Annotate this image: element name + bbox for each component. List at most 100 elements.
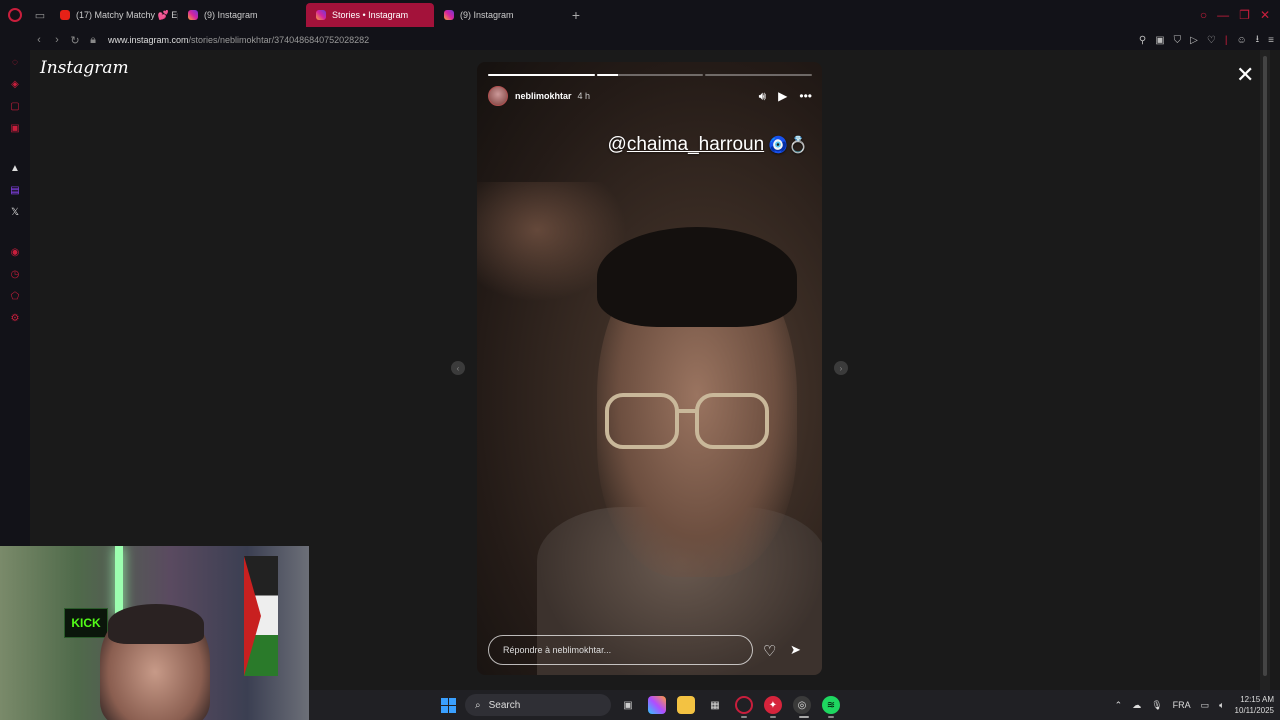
like-heart-icon[interactable]: ♡ [763, 642, 776, 660]
restore-icon[interactable]: ❐ [1239, 8, 1250, 22]
windows-taskbar: ⌕ Search ▣ ▦ ✦ ◎ ≋ ⌃ ☁ 🎙︎ FRA ▭ 🔈︎ 12:15… [309, 690, 1280, 720]
app-icon[interactable]: ✦ [764, 696, 782, 714]
x-icon[interactable]: 𝕏 [8, 205, 22, 219]
volume-icon[interactable]: 🔊︎ [759, 89, 767, 104]
more-options-icon[interactable]: ••• [799, 89, 812, 103]
language-indicator[interactable]: FRA [1173, 700, 1191, 710]
twitch-icon[interactable]: ▤ [8, 183, 22, 197]
instagram-icon [316, 10, 326, 20]
clock-time: 12:15 AM [1240, 695, 1274, 704]
mention-handle: chaima_harroun [626, 134, 765, 155]
instagram-logo[interactable]: Instagram [40, 58, 129, 78]
microphone-icon[interactable]: 🎙︎ [1151, 700, 1162, 711]
browser-tab-bar: ▭ (17) Matchy Matchy 💕 Ep (9) Instagram … [0, 0, 1280, 30]
send-icon[interactable]: ➤ [790, 642, 801, 658]
copilot-icon[interactable] [648, 696, 666, 714]
search-icon: ⌕ [475, 699, 481, 711]
opera-icon[interactable] [735, 696, 753, 714]
messenger-icon[interactable]: ▢ [8, 99, 22, 113]
snapshot-icon[interactable]: ▣ [1155, 35, 1164, 46]
story-time: 4 h [577, 91, 591, 101]
new-tab-button[interactable]: + [566, 7, 586, 23]
player-sidebar-icon[interactable]: ◉ [8, 245, 22, 259]
story-image-glasses [605, 393, 769, 449]
start-button[interactable] [439, 696, 457, 714]
profile-icon[interactable]: ☺ [1236, 35, 1246, 46]
url-host: www.instagram.com [108, 35, 189, 45]
next-story-arrow[interactable]: › [834, 361, 848, 375]
progress-fill [488, 74, 595, 76]
story-viewer[interactable]: neblimokhtar 4 h 🔊︎ ▶ ••• @chaima_harrou… [477, 62, 822, 675]
reply-input[interactable]: Répondre à neblimokhtar... [488, 635, 753, 665]
prev-story-arrow[interactable]: ‹ [451, 361, 465, 375]
reload-icon[interactable]: ↻ [66, 34, 84, 47]
story-progress-bar [488, 74, 813, 76]
chevron-up-icon[interactable]: ⌃ [1115, 700, 1123, 711]
window-controls: ○ — ❐ ✕ [1200, 0, 1270, 30]
play-icon[interactable]: ▶ [778, 89, 787, 103]
opera-menu-icon[interactable] [0, 0, 30, 30]
settings-icon[interactable]: ⚙ [8, 311, 22, 325]
progress-segment [705, 74, 813, 76]
youtube-icon [60, 10, 70, 20]
avatar[interactable] [488, 86, 508, 106]
cloud-icon[interactable]: ☁ [1132, 700, 1141, 711]
tab-stories-instagram[interactable]: Stories • Instagram [306, 3, 434, 27]
tab-label: (9) Instagram [460, 10, 514, 20]
pinboard-icon[interactable]: ⬠ [8, 289, 22, 303]
instagram-icon [188, 10, 198, 20]
shield-icon[interactable]: ⛉ [1174, 35, 1182, 46]
webcam-overlay: KICK [0, 546, 309, 720]
player-icon[interactable]: ▷ [1190, 35, 1198, 46]
url-path: /stories/neblimokhtar/374048684075202828… [188, 35, 370, 45]
scrollbar[interactable] [1260, 50, 1270, 690]
minimize-icon[interactable]: — [1217, 8, 1229, 22]
story-username[interactable]: neblimokhtar [515, 91, 572, 101]
tab-instagram-2[interactable]: (9) Instagram [434, 3, 562, 27]
mention-at: @ [607, 134, 627, 155]
aria-icon[interactable]: ◌ [8, 55, 22, 69]
opera-gx-icon[interactable]: ◎ [793, 696, 811, 714]
progress-fill [596, 74, 618, 76]
close-story-icon[interactable]: ✕ [1236, 62, 1254, 88]
heart-icon[interactable]: ♡ [1207, 35, 1216, 46]
store-icon[interactable]: ▦ [706, 696, 724, 714]
pin-icon[interactable]: ⚲ [1139, 35, 1146, 46]
spotify-icon[interactable]: ≋ [822, 696, 840, 714]
back-icon[interactable]: ‹ [30, 34, 48, 46]
tab-search-icon[interactable]: ○ [1200, 8, 1207, 22]
network-icon[interactable]: ▭ [1201, 700, 1210, 711]
download-icon[interactable]: ⭳ [1256, 32, 1260, 49]
forward-icon[interactable]: › [48, 34, 66, 46]
kick-sign: KICK [64, 608, 108, 638]
mention-emoji: 🧿💍 [768, 137, 808, 154]
tab-label: Stories • Instagram [332, 10, 409, 20]
menu-icon[interactable]: ≡ [1268, 35, 1274, 46]
file-explorer-icon[interactable] [677, 696, 695, 714]
address-bar: ‹ › ↻ 🔒︎ www.instagram.com/stories/nebli… [0, 30, 1280, 50]
extension-icon[interactable]: ▲ [8, 161, 22, 175]
workspaces-icon[interactable]: ▭ [30, 0, 50, 30]
progress-segment [596, 74, 704, 76]
task-view-icon[interactable]: ▣ [619, 696, 637, 714]
history-icon[interactable]: ◷ [8, 267, 22, 281]
story-header: neblimokhtar 4 h 🔊︎ ▶ ••• [488, 85, 812, 107]
progress-segment [488, 74, 595, 76]
tab-instagram-1[interactable]: (9) Instagram [178, 3, 306, 27]
mention-sticker[interactable]: @chaima_harroun 🧿💍 [608, 134, 808, 156]
system-tray: ⌃ ☁ 🎙︎ FRA ▭ 🔈︎ 12:15 AM 10/11/2025 [1115, 690, 1274, 720]
tab-label: (17) Matchy Matchy 💕 Ep [76, 9, 178, 20]
clock-date: 10/11/2025 [1234, 706, 1274, 715]
lock-icon: 🔒︎ [90, 33, 96, 46]
url-field[interactable]: www.instagram.com/stories/neblimokhtar/3… [108, 35, 369, 45]
divider: | [1224, 34, 1228, 46]
taskbar-search-label: Search [488, 699, 521, 711]
whatsapp-icon[interactable]: ▣ [8, 121, 22, 135]
clock[interactable]: 12:15 AM 10/11/2025 [1235, 694, 1274, 716]
speaker-icon[interactable]: 🔈︎ [1219, 700, 1224, 711]
crypto-wallet-icon[interactable]: ◈ [8, 77, 22, 91]
close-window-icon[interactable]: ✕ [1260, 8, 1270, 22]
taskbar-search[interactable]: ⌕ Search [465, 694, 611, 716]
tab-youtube[interactable]: (17) Matchy Matchy 💕 Ep [50, 3, 178, 27]
flag-image [244, 556, 278, 676]
